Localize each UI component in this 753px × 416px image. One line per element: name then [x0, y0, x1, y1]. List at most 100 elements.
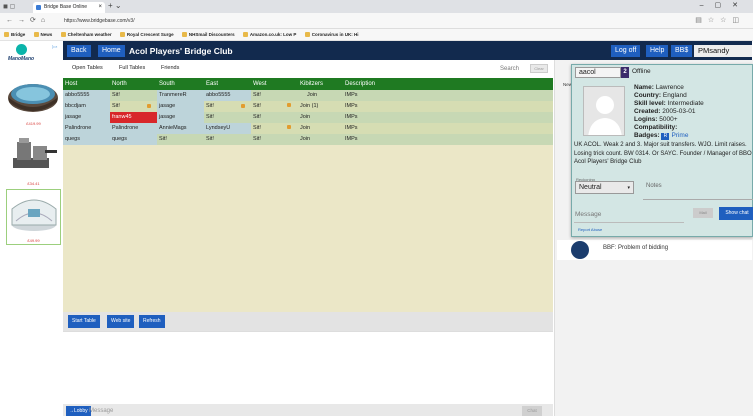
- seat-east[interactable]: Sit!: [204, 112, 251, 123]
- lock-icon: [241, 104, 245, 108]
- manomano-logo[interactable]: ManoMano: [4, 44, 38, 70]
- new-tab-button[interactable]: + ⌄: [108, 1, 122, 10]
- seat-east[interactable]: abbo5555: [204, 90, 251, 101]
- seat-west[interactable]: Sit!: [251, 112, 298, 123]
- window-controls[interactable]: –▢✕: [700, 1, 749, 9]
- club-title: Acol Players' Bridge Club: [129, 46, 233, 56]
- tab-friends[interactable]: Friends: [161, 65, 179, 71]
- news-item-label: BBF: Problem of bidding: [603, 245, 669, 251]
- table-row: quegs quegs Sit! Sit! Sit! Join IMPs: [63, 134, 553, 145]
- bookmark-item[interactable]: NHSmail Discounters: [181, 32, 235, 37]
- back-button[interactable]: Back: [67, 45, 91, 57]
- host-cell[interactable]: quegs: [63, 134, 110, 145]
- help-button[interactable]: Help: [646, 45, 669, 57]
- host-cell[interactable]: jasage: [63, 112, 110, 123]
- ad-price: £34.41: [27, 181, 40, 186]
- bookmark-item[interactable]: Amazon.co.uk: Low P: [242, 32, 296, 37]
- seat-south[interactable]: TranmereR: [157, 90, 204, 101]
- bookmark-item[interactable]: Royal Crescent Surge: [119, 32, 174, 37]
- username-badge[interactable]: PMsandy: [694, 45, 752, 57]
- message-input[interactable]: Message: [89, 406, 113, 416]
- col-host[interactable]: Host: [63, 78, 110, 89]
- address-bar[interactable]: https://www.bridgebase.com/v3/: [60, 16, 660, 26]
- seat-east[interactable]: Sit!: [204, 101, 251, 112]
- seat-west[interactable]: Sit!: [251, 90, 298, 101]
- browser-tab[interactable]: Bridge Base Online ×: [33, 2, 105, 13]
- bookmark-item[interactable]: News: [33, 32, 52, 37]
- ad-choices-icon[interactable]: ▷×: [52, 44, 57, 49]
- join-link[interactable]: Join (1): [285, 101, 343, 112]
- seat-north[interactable]: franw45: [110, 112, 157, 123]
- ad-price: £49.99: [27, 238, 40, 243]
- logoff-button[interactable]: Log off: [611, 45, 641, 57]
- start-table-button[interactable]: Start Table: [68, 315, 100, 328]
- web-site-button[interactable]: Web site: [107, 315, 135, 328]
- col-kibitzers[interactable]: Kibitzers: [298, 78, 343, 89]
- notes-underline: [643, 199, 753, 200]
- join-link[interactable]: Join: [298, 134, 343, 145]
- seat-south[interactable]: Sit!: [157, 134, 204, 145]
- col-south[interactable]: South: [157, 78, 204, 89]
- col-east[interactable]: East: [204, 78, 251, 89]
- news-item[interactable]: BBF: Problem of bidding: [557, 240, 752, 260]
- seat-north[interactable]: quegs: [110, 134, 157, 145]
- message-bar: →Lobby Message Chat: [63, 404, 553, 416]
- tab-full-tables[interactable]: Full Tables: [119, 65, 145, 71]
- join-link[interactable]: Join: [298, 90, 343, 101]
- col-west[interactable]: West: [251, 78, 298, 89]
- home-button[interactable]: Home: [98, 45, 125, 57]
- seat-south[interactable]: AnnieMags: [157, 123, 204, 134]
- ad-hot-tub[interactable]: £419.99: [6, 71, 61, 127]
- host-cell[interactable]: bbcdjam: [63, 101, 110, 112]
- host-cell[interactable]: abbo5555: [63, 90, 110, 101]
- description-cell: IMPs: [345, 114, 358, 120]
- ad-spa-cover[interactable]: £49.99: [6, 189, 61, 245]
- vice-image: [13, 138, 57, 168]
- badge-label[interactable]: Prime: [671, 132, 688, 139]
- col-description[interactable]: Description: [343, 78, 423, 89]
- bridge-header: Back Home Acol Players' Bridge Club Log …: [63, 41, 752, 60]
- notes-field[interactable]: Notes: [646, 183, 662, 189]
- hot-tub-image: [8, 84, 58, 112]
- reckoning-select[interactable]: Neutral ▾: [575, 181, 634, 194]
- profile-popup: aacol 2 Offline Name: Lawrence Country: …: [571, 64, 753, 237]
- bbs-button[interactable]: BB$: [671, 45, 693, 57]
- browser-tab-strip: ◼ ▢ Bridge Base Online × + ⌄ –▢✕: [0, 0, 753, 13]
- chat-button[interactable]: Chat: [522, 406, 542, 416]
- bookmark-item[interactable]: Cheltenham weather: [60, 32, 112, 37]
- close-tab-icon[interactable]: ×: [98, 2, 102, 13]
- table-row: Palindrone Palindrone AnnieMags LyndseyU…: [63, 123, 553, 134]
- bookmark-item[interactable]: Bridge: [4, 32, 25, 37]
- toolbar-icons[interactable]: ▤☆☆◫: [695, 16, 745, 24]
- seat-east[interactable]: LyndseyU: [204, 123, 251, 134]
- info-badges: Badges: R Prime: [634, 132, 689, 140]
- seat-north[interactable]: Palindrone: [110, 123, 157, 134]
- host-cell[interactable]: Palindrone: [63, 123, 110, 134]
- join-link[interactable]: Join: [285, 123, 343, 134]
- profile-username: aacol: [575, 67, 621, 78]
- seat-north[interactable]: Sit!: [110, 101, 157, 112]
- show-chat-button[interactable]: Show chat: [719, 207, 753, 220]
- prime-badge-icon: R: [661, 133, 670, 140]
- online-status: Offline: [632, 68, 651, 75]
- mail-button[interactable]: Mail: [693, 208, 713, 218]
- seat-east[interactable]: Sit!: [204, 134, 251, 145]
- report-abuse-link[interactable]: Report Abuse: [578, 227, 602, 232]
- info-skill: Skill level: Intermediate: [634, 100, 704, 107]
- refresh-button[interactable]: Refresh: [139, 315, 165, 328]
- seat-north[interactable]: Sit!: [110, 90, 157, 101]
- clear-button[interactable]: Clear: [530, 64, 548, 73]
- nav-arrows[interactable]: ←→⟳⌂: [6, 16, 50, 24]
- col-north[interactable]: North: [110, 78, 157, 89]
- search-input[interactable]: Search: [500, 66, 519, 72]
- seat-south[interactable]: jasage: [157, 112, 204, 123]
- ad-vice[interactable]: £34.41: [6, 131, 61, 187]
- seat-south[interactable]: jasage: [157, 101, 204, 112]
- join-link[interactable]: Join: [298, 112, 343, 123]
- lobby-button[interactable]: →Lobby: [66, 406, 91, 416]
- bookmark-item[interactable]: Coronavirus in UK: Hi: [304, 32, 358, 37]
- tab-open-tables[interactable]: Open Tables: [72, 65, 103, 71]
- info-logins: Logins: 5000+: [634, 116, 678, 123]
- popup-message-input[interactable]: Message: [575, 211, 601, 218]
- seat-west[interactable]: Sit!: [251, 134, 298, 145]
